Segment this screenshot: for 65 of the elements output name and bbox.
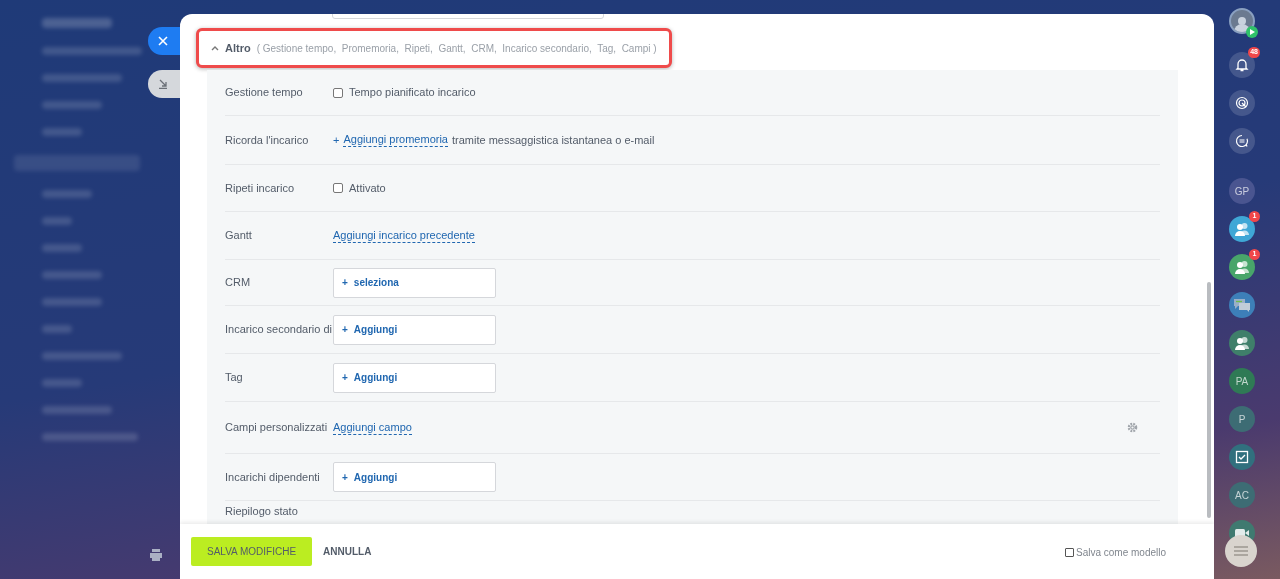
plus-sign: + [342, 323, 348, 337]
field-label: Incarico secondario di [225, 322, 333, 337]
add-button-label: seleziona [353, 276, 399, 290]
contact-avatar[interactable]: PA [1229, 368, 1255, 394]
section-summary: ( Gestione tempo, Promemoria, Ripeti, Gantt, CRM, Incarico secondario, Tag, Campi ) [256, 41, 657, 56]
add-field[interactable]: + seleziona [333, 267, 496, 298]
toolbar-button[interactable] [1229, 128, 1255, 154]
chat-avatar[interactable] [1229, 254, 1255, 280]
minimize-icon [158, 79, 168, 89]
checkbox-label[interactable]: Salva come modello [1076, 545, 1167, 560]
add-field[interactable]: + Aggiungi [333, 362, 496, 393]
plus-sign: + [342, 371, 348, 385]
group-icon [1233, 260, 1251, 274]
group-icon [1233, 336, 1251, 350]
checkbox[interactable] [333, 183, 343, 193]
group-icon [1233, 222, 1251, 236]
close-icon [158, 36, 168, 46]
field-label: Tag [225, 370, 244, 385]
field-label: Campi personalizzati [225, 420, 329, 435]
save-button[interactable]: SALVA MODIFICHE [191, 537, 313, 566]
plus-sign: + [342, 470, 348, 485]
play-icon [1246, 26, 1258, 38]
toolbar-button[interactable] [1229, 52, 1255, 78]
chat-icon [1235, 134, 1249, 148]
chat-avatar[interactable] [1229, 292, 1255, 318]
checkbox-label[interactable]: Attivato [349, 179, 386, 197]
field-label: Gestione tempo [225, 85, 304, 100]
contact-avatar[interactable]: AC [1229, 482, 1255, 508]
menu-icon [1234, 546, 1248, 556]
add-link[interactable]: Aggiungi campo [333, 420, 412, 435]
chat-avatar[interactable] [1229, 330, 1255, 356]
target-icon [1235, 96, 1249, 110]
add-button-label: Aggiungi [353, 323, 398, 337]
add-button-label: Aggiungi [353, 470, 398, 485]
checkbox[interactable] [1065, 548, 1074, 557]
checkbox[interactable] [333, 87, 343, 98]
add-link[interactable]: Aggiungi promemoria [343, 133, 448, 147]
plus-sign: + [342, 276, 348, 290]
contact-avatar[interactable]: GP [1229, 178, 1255, 204]
field-label: Incarichi dipendenti [225, 469, 321, 485]
checkbox-label[interactable]: Tempo pianificato incarico [349, 84, 476, 101]
add-field[interactable]: + Aggiungi [333, 314, 496, 345]
chat-avatar[interactable] [1229, 444, 1255, 470]
field-label: Riepilogo stato [225, 504, 299, 519]
add-link[interactable]: Aggiungi incarico precedente [333, 228, 475, 243]
link-hint: tramite messaggistica istantanea o e-mail [452, 132, 655, 148]
plus-sign: + [333, 132, 340, 148]
add-button-label: Aggiungi [353, 371, 398, 385]
field-label: Gantt [225, 228, 253, 243]
user-avatar[interactable] [1229, 8, 1255, 34]
caret-icon[interactable] [211, 45, 219, 51]
bell-icon [1235, 58, 1249, 72]
field-label: Ricorda l'incarico [225, 132, 310, 148]
cancel-button[interactable]: ANNULLA [323, 544, 372, 559]
menu-button[interactable] [1225, 535, 1257, 567]
printer-icon[interactable] [149, 548, 163, 562]
chat-avatar[interactable] [1229, 216, 1255, 242]
section-title[interactable]: Altro [225, 39, 251, 57]
field-label: Ripeti incarico [225, 180, 296, 196]
task-icon [1235, 450, 1249, 464]
add-field[interactable]: + Aggiungi [333, 462, 496, 492]
toolbar-button[interactable] [1229, 90, 1255, 116]
field-label: CRM [225, 275, 252, 290]
messages-icon [1233, 298, 1251, 312]
contact-avatar[interactable]: P [1229, 406, 1255, 432]
